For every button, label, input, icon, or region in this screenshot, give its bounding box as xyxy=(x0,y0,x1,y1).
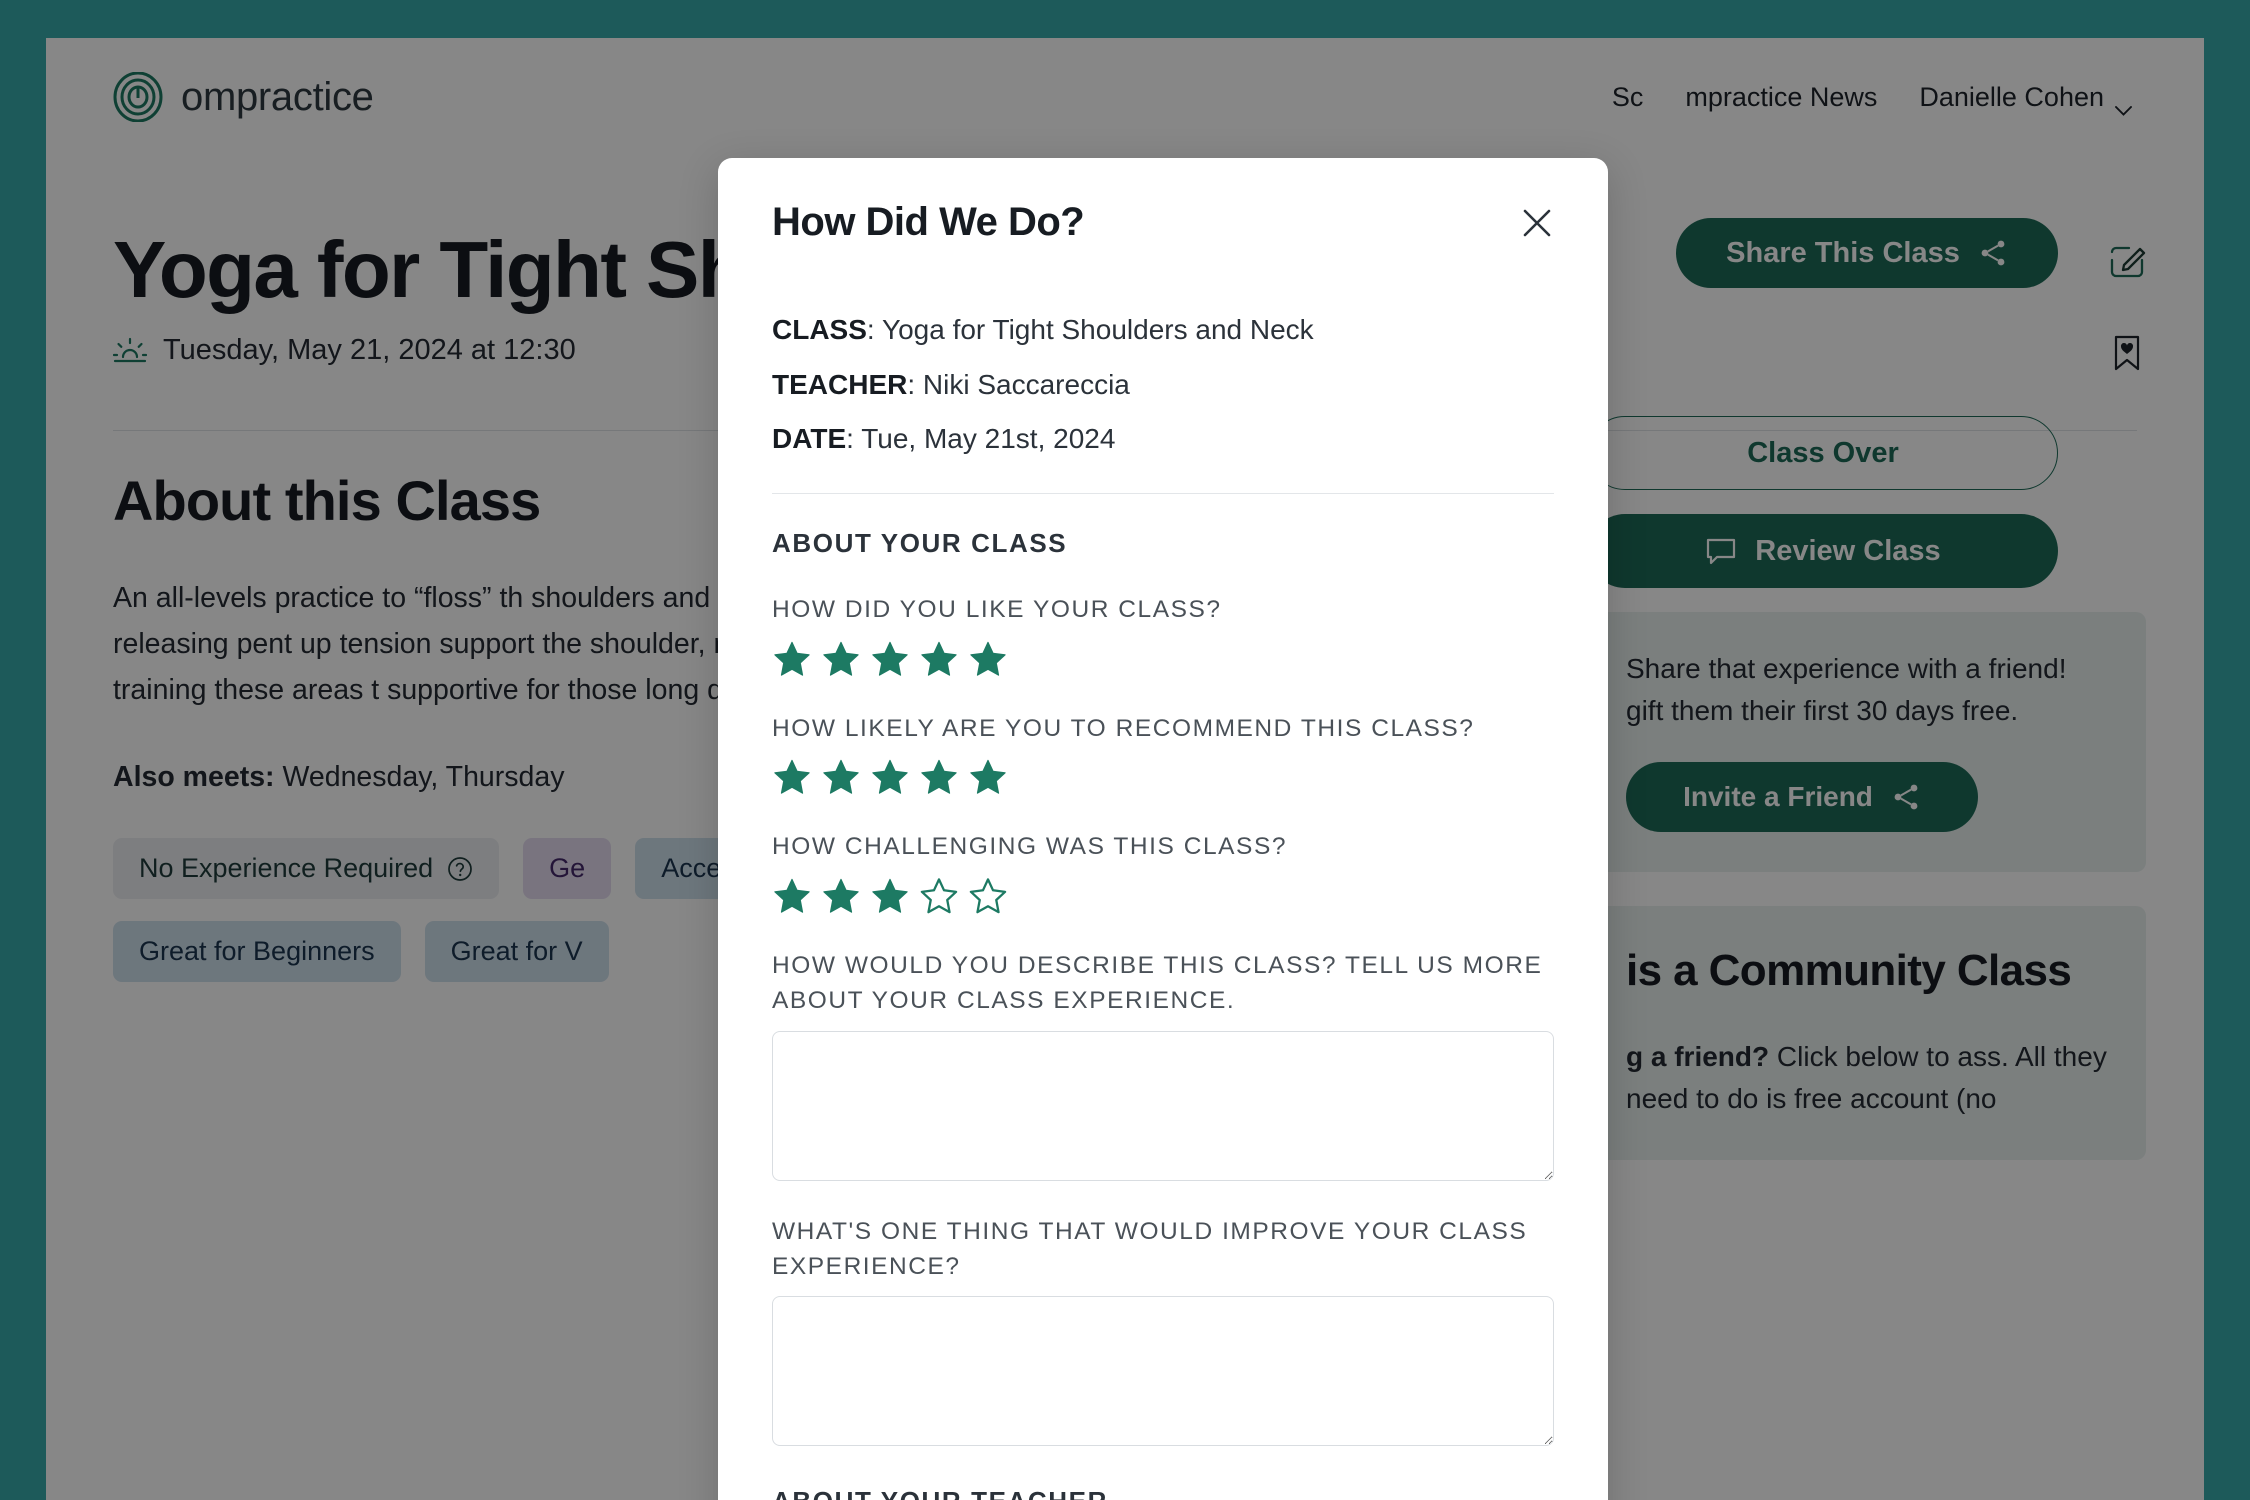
modal-meta-label: DATE xyxy=(772,423,847,455)
about-your-class-heading: ABOUT YOUR CLASS xyxy=(772,527,1068,558)
modal-header: How Did We Do? xyxy=(772,158,1554,245)
free-text-question: WHAT'S ONE THING THAT WOULD IMPROVE YOUR… xyxy=(772,1217,1528,1280)
free-text-question: HOW WOULD YOU DESCRIBE THIS CLASS? TELL … xyxy=(772,952,1543,1014)
star-filled-icon[interactable] xyxy=(821,877,861,915)
rating-question: HOW DID YOU LIKE YOUR CLASS? xyxy=(772,595,1222,623)
about-your-teacher-heading: ABOUT YOUR TEACHER xyxy=(772,1486,1554,1500)
modal-meta-row: TEACHER: Niki Saccareccia xyxy=(772,368,1130,400)
free-text-input[interactable] xyxy=(772,1030,1554,1181)
modal-meta-row: DATE: Tue, May 21st, 2024 xyxy=(772,423,1116,455)
free-text-input[interactable] xyxy=(772,1296,1554,1447)
modal-title: How Did We Do? xyxy=(772,200,1085,244)
star-filled-icon[interactable] xyxy=(919,758,959,796)
star-filled-icon[interactable] xyxy=(870,640,910,678)
modal-divider xyxy=(772,492,1554,494)
star-filled-icon[interactable] xyxy=(968,758,1008,796)
star-rating[interactable] xyxy=(772,640,1554,678)
star-filled-icon[interactable] xyxy=(919,640,959,678)
star-empty-icon[interactable] xyxy=(968,877,1008,915)
star-empty-icon[interactable] xyxy=(919,877,959,915)
star-filled-icon[interactable] xyxy=(968,640,1008,678)
close-icon[interactable] xyxy=(1520,206,1554,240)
star-filled-icon[interactable] xyxy=(870,877,910,915)
browser-viewport: ompractice Sc mpractice News Danielle Co… xyxy=(46,38,2204,1500)
modal-meta-label: CLASS xyxy=(772,314,867,345)
star-filled-icon[interactable] xyxy=(821,640,861,678)
star-filled-icon[interactable] xyxy=(870,758,910,796)
star-filled-icon[interactable] xyxy=(821,758,861,796)
modal-meta-value: Tue, May 21st, 2024 xyxy=(861,423,1116,455)
star-filled-icon[interactable] xyxy=(772,640,812,678)
review-modal: How Did We Do? CLASS: Yoga for Tight Sho… xyxy=(718,158,1608,1500)
modal-meta-row: CLASS: Yoga for Tight Shoulders and Neck xyxy=(772,314,1314,345)
modal-meta-value: Yoga for Tight Shoulders and Neck xyxy=(881,314,1314,345)
star-filled-icon[interactable] xyxy=(772,758,812,796)
rating-question: HOW LIKELY ARE YOU TO RECOMMEND THIS CLA… xyxy=(772,714,1475,742)
rating-question: HOW CHALLENGING WAS THIS CLASS? xyxy=(772,833,1288,861)
modal-meta-value: Niki Saccareccia xyxy=(922,368,1130,400)
modal-meta-label: TEACHER xyxy=(772,368,908,400)
ratings-block: HOW DID YOU LIKE YOUR CLASS? HOW LIKELY A… xyxy=(772,593,1554,915)
star-rating[interactable] xyxy=(772,877,1554,915)
modal-meta-block: CLASS: Yoga for Tight Shoulders and Neck… xyxy=(772,311,1554,459)
star-rating[interactable] xyxy=(772,758,1554,796)
free-text-block: HOW WOULD YOU DESCRIBE THIS CLASS? TELL … xyxy=(772,949,1554,1447)
star-filled-icon[interactable] xyxy=(772,877,812,915)
